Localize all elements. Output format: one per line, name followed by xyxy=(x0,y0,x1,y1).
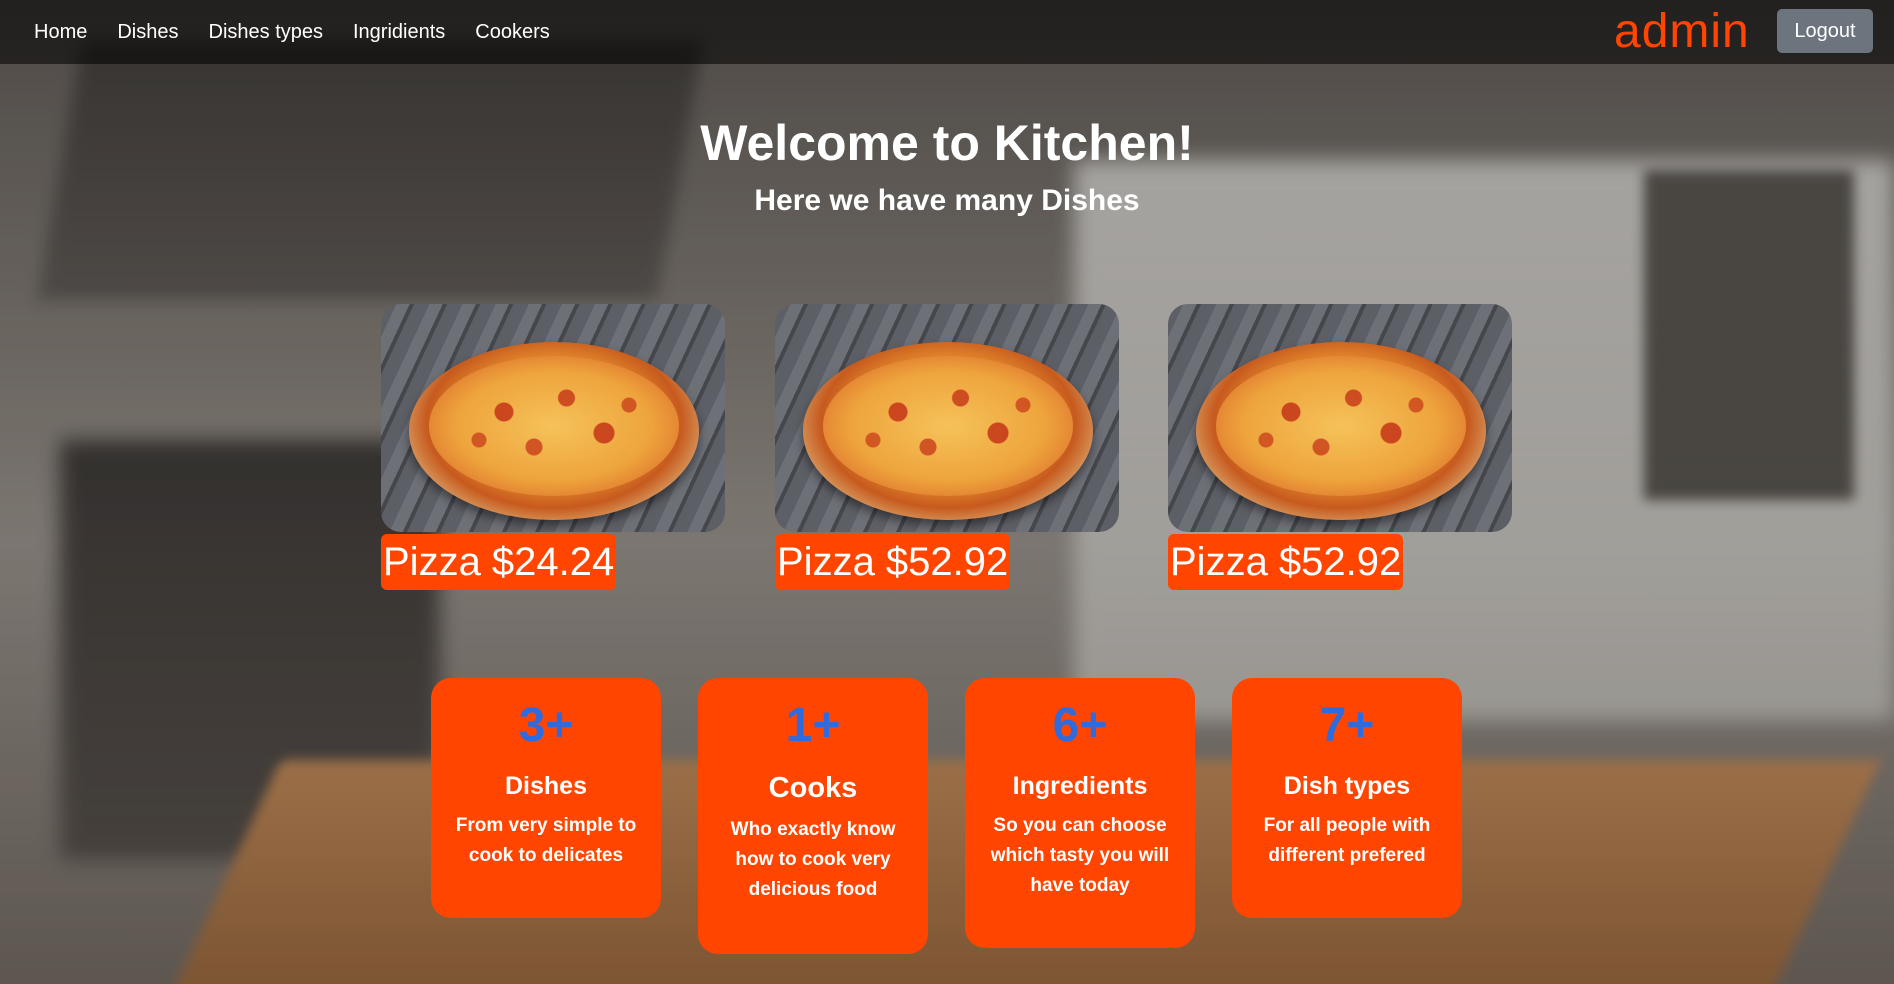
nav-link-dish-types[interactable]: Dishes types xyxy=(209,21,324,44)
stat-title: Ingredients xyxy=(1012,772,1148,800)
nav-link-dishes[interactable]: Dishes xyxy=(117,21,178,44)
stat-card-cooks: 1+ Cooks Who exactly know how to cook ve… xyxy=(698,678,928,954)
stat-title: Cooks xyxy=(768,772,858,804)
nav-link-home[interactable]: Home xyxy=(34,21,87,44)
stat-number: 7+ xyxy=(1319,699,1375,752)
dish-label: Pizza $52.92 xyxy=(1168,534,1404,590)
nav-link-cookers[interactable]: Cookers xyxy=(475,21,549,44)
stat-description: Who exactly know how to cook very delici… xyxy=(730,819,896,900)
stat-title: Dishes xyxy=(505,772,587,800)
page-subtitle: Here we have many Dishes xyxy=(754,184,1140,217)
dish-card[interactable]: Pizza $52.92 xyxy=(775,304,1119,590)
dish-label: Pizza $52.92 xyxy=(775,534,1011,590)
page-title: Welcome to Kitchen! xyxy=(700,115,1194,171)
current-username: admin xyxy=(1614,5,1750,58)
dish-card[interactable]: Pizza $24.24 xyxy=(381,304,725,590)
dish-label: Pizza $24.24 xyxy=(381,534,617,590)
stat-description: So you can choose which tasty you will h… xyxy=(990,815,1170,896)
dish-image[interactable] xyxy=(381,304,725,532)
stat-card-dishes: 3+ Dishes From very simple to cook to de… xyxy=(431,678,661,918)
stat-title: Dish types xyxy=(1283,772,1411,800)
stat-number: 3+ xyxy=(518,699,574,752)
nav-links: Home Dishes Dishes types Ingridients Coo… xyxy=(34,0,550,64)
dish-image[interactable] xyxy=(1168,304,1512,532)
stat-description: From very simple to cook to delicates xyxy=(455,815,637,866)
stat-card-dish-types: 7+ Dish types For all people with differ… xyxy=(1232,678,1462,918)
stat-card-ingredients: 6+ Ingredients So you can choose which t… xyxy=(965,678,1195,948)
top-navbar: Home Dishes Dishes types Ingridients Coo… xyxy=(0,0,1894,64)
stat-number: 1+ xyxy=(785,699,841,752)
dish-image[interactable] xyxy=(775,304,1119,532)
stat-description: For all people with different prefered xyxy=(1263,815,1431,866)
dish-card[interactable]: Pizza $52.92 xyxy=(1168,304,1512,590)
nav-link-ingredients[interactable]: Ingridients xyxy=(353,21,445,44)
logout-button[interactable]: Logout xyxy=(1777,9,1873,53)
stat-number: 6+ xyxy=(1052,699,1108,752)
